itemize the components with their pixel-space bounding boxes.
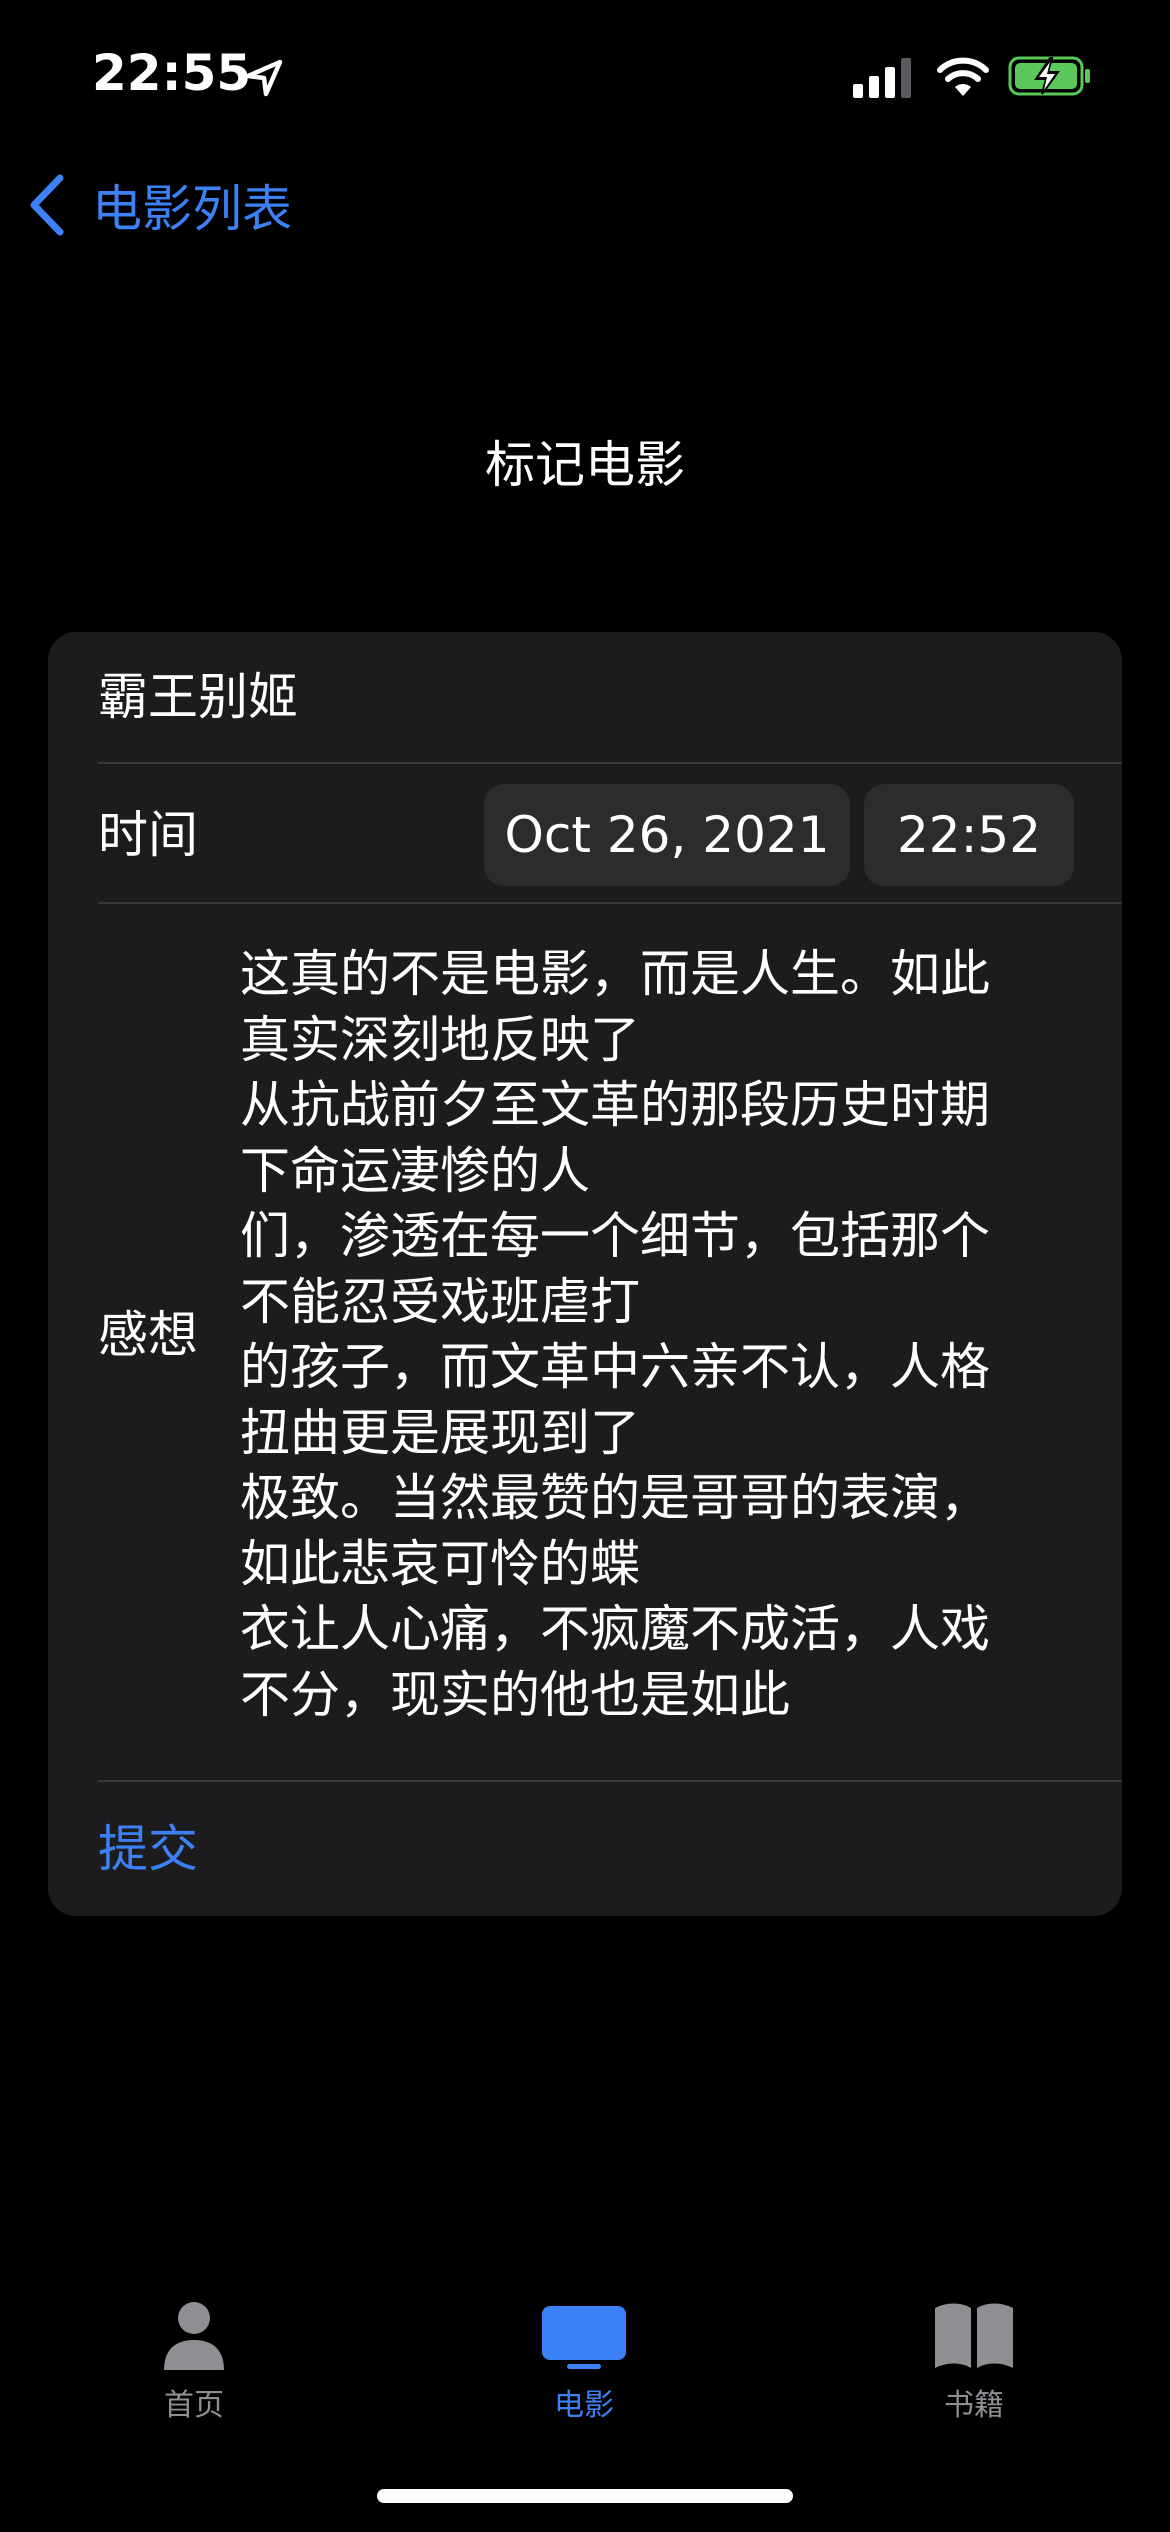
tab-bar: 首页 电影 书籍 bbox=[0, 2280, 1170, 2440]
status-bar: 22:55 bbox=[0, 0, 1170, 150]
signal-icon bbox=[853, 58, 911, 98]
divider bbox=[98, 1780, 1122, 1782]
home-indicator[interactable] bbox=[377, 2489, 793, 2503]
status-time: 22:55 bbox=[92, 44, 252, 102]
back-button[interactable]: 电影列表 bbox=[24, 170, 292, 240]
page-title: 标记电影 bbox=[485, 436, 685, 494]
tv-icon bbox=[542, 2306, 626, 2369]
battery-charging-icon bbox=[1008, 56, 1090, 96]
thoughts-label: 感想 bbox=[98, 1306, 198, 1364]
movie-form: 霸王别姬 时间 Oct 26, 2021 22:52 感想 这真的不是电影，而是… bbox=[48, 632, 1122, 1916]
thoughts-textarea[interactable]: 这真的不是电影，而是人生。如此 真实深刻地反映了 从抗战前夕至文革的那段历史时期… bbox=[240, 942, 1080, 1728]
location-icon bbox=[245, 59, 283, 97]
date-picker-button[interactable]: Oct 26, 2021 bbox=[484, 784, 850, 886]
tab-movies-label: 电影 bbox=[554, 2388, 614, 2423]
person-icon bbox=[164, 2302, 224, 2370]
tab-home-label: 首页 bbox=[164, 2388, 224, 2423]
tab-home[interactable]: 首页 bbox=[94, 2300, 294, 2424]
movie-title-field[interactable]: 霸王别姬 bbox=[98, 662, 1122, 732]
divider bbox=[98, 902, 1122, 904]
submit-button[interactable]: 提交 bbox=[98, 1814, 198, 1884]
back-label: 电影列表 bbox=[92, 180, 292, 238]
tab-books-label: 书籍 bbox=[944, 2388, 1004, 2423]
divider bbox=[98, 762, 1122, 764]
tab-books[interactable]: 书籍 bbox=[874, 2300, 1074, 2424]
time-label: 时间 bbox=[98, 806, 198, 864]
book-icon bbox=[935, 2303, 1013, 2368]
wifi-icon bbox=[937, 57, 989, 96]
chevron-left-icon bbox=[30, 174, 64, 236]
tab-movies[interactable]: 电影 bbox=[484, 2300, 684, 2424]
time-picker-button[interactable]: 22:52 bbox=[864, 784, 1074, 886]
